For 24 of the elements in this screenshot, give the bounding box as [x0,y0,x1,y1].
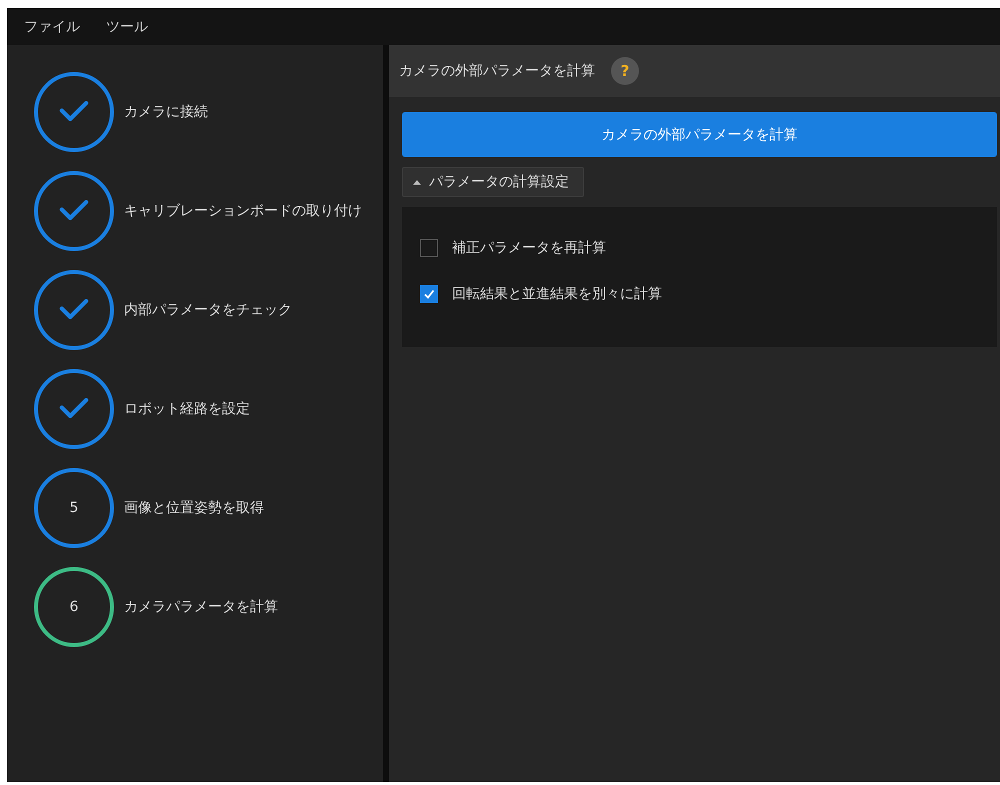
check-icon [59,100,89,123]
step-number: 6 [70,598,78,614]
step-label[interactable]: 画像と位置姿勢を取得 [124,498,264,516]
step-label[interactable]: キャリブレーションボードの取り付け [124,202,362,220]
calculate-button[interactable]: カメラの外部パラメータを計算 [402,112,997,157]
menu-item[interactable]: ツール [106,18,148,36]
step-number: 5 [70,500,78,516]
step-label[interactable]: カメラに接続 [124,102,208,120]
check-icon [59,397,89,420]
help-button[interactable]: ? [611,57,639,85]
panel-title: カメラの外部パラメータを計算 [399,62,595,80]
check-icon [59,199,89,222]
check-icon [422,287,436,301]
caret-icon [413,180,421,184]
section-toggle[interactable]: パラメータの計算設定 [402,167,584,197]
check-icon [59,298,89,321]
menu-item[interactable]: ファイル [24,18,80,36]
checkbox[interactable] [420,239,438,257]
checkbox[interactable] [420,285,438,303]
step-label[interactable]: ロボット経路を設定 [124,400,250,418]
option-label: 回転結果と並進結果を別々に計算 [452,285,662,303]
step-label[interactable]: カメラパラメータを計算 [124,598,278,616]
option-label: 補正パラメータを再計算 [452,239,606,257]
step-label[interactable]: 内部パラメータをチェック [124,300,292,318]
